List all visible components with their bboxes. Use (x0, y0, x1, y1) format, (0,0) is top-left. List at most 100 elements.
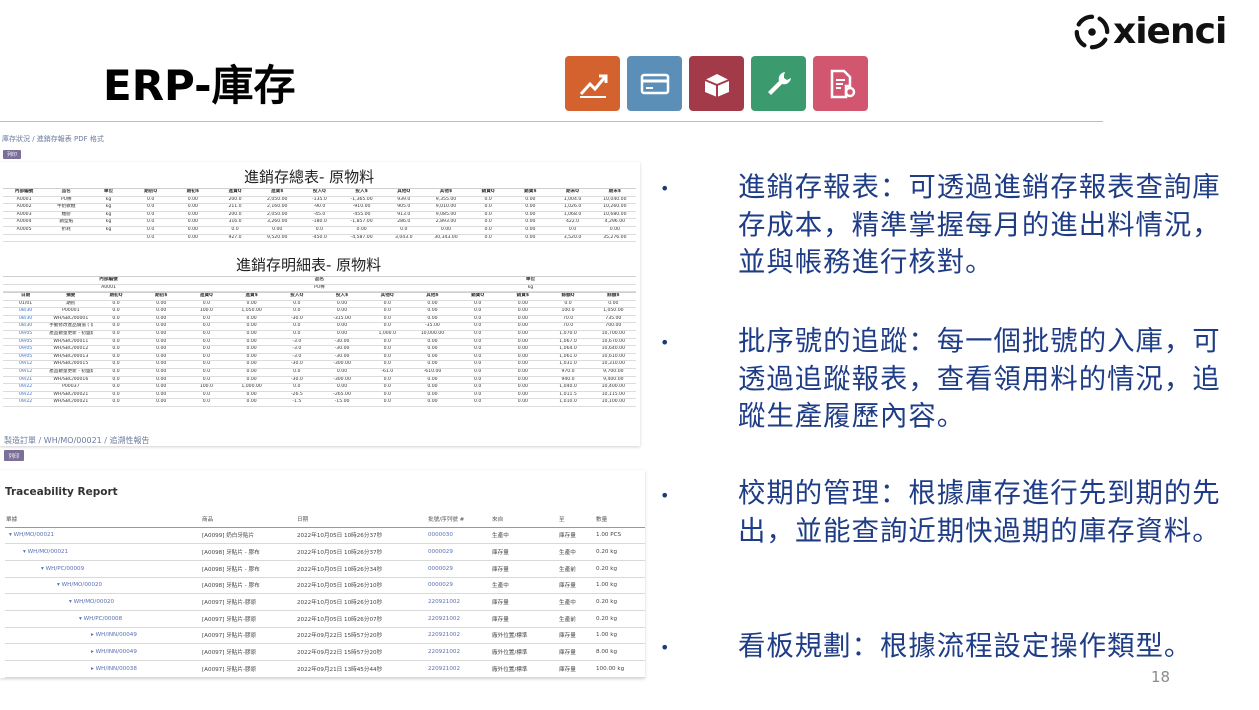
table-row: 09/22 WH/SBC/00021 0.0 0.00 0.0 0.00 -26.5 -265… (3, 391, 636, 400)
table-cell: 3,043.0 (382, 234, 425, 243)
column-header: 其他$ (409, 292, 456, 301)
document-link[interactable]: ▸ WH/INN/00038 (5, 660, 201, 678)
document-link[interactable]: ▾ WH/MO/00020 (5, 593, 201, 611)
table-cell: 0.00 (229, 360, 275, 369)
table-cell[interactable]: 09/05 (3, 353, 49, 362)
table-row[interactable]: ▾ WH/MO/00021 [A0099] 奶白牙貼片 2022年10月05日 10… (5, 527, 645, 545)
table-cell: 0.00 (171, 211, 214, 220)
table-cell: 0.0 (183, 315, 230, 324)
table-cell: 0.0 (129, 203, 172, 212)
table-cell[interactable]: 09/05 (3, 330, 49, 339)
table-row[interactable]: ▸ WH/INN/00038 [A0097] 牙貼片-膠原 2022年09月21日 … (5, 660, 645, 678)
table-cell: 生產前 (558, 610, 595, 628)
document-link[interactable]: ▸ WH/INN/00049 (5, 627, 201, 645)
table-cell: -135.0 (298, 196, 341, 205)
breadcrumb-traceability[interactable]: 製造訂單 / WH/MO/00021 / 追溯性報告 (4, 435, 150, 446)
document-link[interactable]: ▾ WH/MO/00020 (5, 577, 201, 595)
table-cell: 0.0 (467, 203, 510, 212)
table-row[interactable]: ▾ WH/PC/00008 [A0097] 牙貼片-膠原 2022年10月05日 1… (5, 610, 645, 628)
bullet-expiry-management: 校期的管理：根據庫存進行先到期的先出，並能查詢近期快過期的庫存資料。 (738, 478, 1221, 547)
document-link[interactable]: ▾ WH/PC/00009 (5, 560, 201, 578)
table-cell[interactable]: 0000029 (427, 577, 491, 595)
table-row[interactable]: ▾ WH/MO/00020 [A0097] 牙貼片-膠原 2022年10月05日 1… (5, 593, 645, 611)
table-row[interactable]: ▾ WH/PC/00009 [A0098] 牙貼片 - 膠布 2022年10月05日… (5, 560, 645, 578)
table-cell[interactable]: 220921002 (427, 643, 491, 661)
table-cell[interactable]: 09/22 (3, 383, 49, 392)
table-cell: 1,067.0 (545, 338, 591, 347)
table-cell: 0.00 (409, 315, 456, 324)
table-row: A0002 牛奶軟糖 kg 0.0 0.00 211.0 2,160.00 -90.0 -910… (3, 203, 636, 212)
table-cell: 0.0 (93, 300, 139, 309)
table-cell: 0.0 (298, 226, 341, 235)
table-cell[interactable]: 09/22 (3, 391, 49, 400)
table-cell[interactable]: 0000029 (427, 560, 491, 578)
table-cell: 產品數量更新 - 初盤點 (48, 330, 94, 339)
table-cell: 9,700.00 (590, 368, 636, 377)
table-cell[interactable]: 0000030 (427, 527, 491, 545)
table-row[interactable]: ▸ WH/INN/00049 [A0097] 牙貼片-膠原 2022年09月22日 … (5, 627, 645, 645)
table-cell: 9,085.00 (424, 211, 468, 220)
document-link[interactable]: ▾ WH/MO/00021 (5, 543, 201, 561)
table-cell[interactable]: 220921002 (427, 610, 491, 628)
table-cell: 0.0 (274, 322, 320, 331)
table-cell[interactable]: 09/22 (3, 398, 49, 407)
table-row: 09/05 WH/SBC/00013 0.0 0.00 0.0 0.00 -3.0 -30.0… (3, 353, 636, 362)
table-cell[interactable]: 09/05 (3, 345, 49, 354)
table-cell[interactable]: 08/30 (3, 315, 49, 324)
table-cell: WH/SBC/00013 (48, 353, 94, 362)
table-cell: [A0097] 牙貼片-膠原 (201, 643, 296, 661)
reporting-icon[interactable] (565, 56, 620, 111)
table-cell: 0.20 kg (595, 593, 645, 611)
table-cell: 0.0 (364, 383, 410, 392)
table-cell[interactable]: 0000029 (427, 543, 491, 561)
table-row[interactable]: ▾ WH/MO/00021 [A0098] 牙貼片 - 膠布 2022年10月05日… (5, 543, 645, 561)
table-cell: 糖膠 (45, 211, 88, 220)
table-cell: 0.0 (93, 338, 139, 347)
table-cell[interactable]: 220921002 (427, 593, 491, 611)
table-cell: 0.00 (138, 398, 184, 407)
print-button[interactable]: 列印 (3, 150, 21, 159)
table-cell: 0.0 (455, 307, 501, 316)
table-cell[interactable]: 09/12 (3, 368, 49, 377)
table-row: 09/05 產品數量更新 - 初盤點 0.0 0.00 0.0 0.00 0.0 0.00 1,… (3, 330, 636, 339)
table-cell: 2022年10月05日 10時26分34秒 (296, 560, 427, 578)
table-cell: 期初 (48, 300, 94, 309)
table-cell: 913.0 (382, 211, 425, 220)
table-cell: 1,070.0 (545, 330, 591, 339)
table-cell: A0001 (3, 196, 46, 205)
table-cell: 0.00 (409, 300, 456, 309)
table-row[interactable]: ▸ WH/INN/00049 [A0097] 牙貼片-膠原 2022年09月22日 … (5, 643, 645, 661)
table-cell[interactable]: 220921002 (427, 660, 491, 678)
column-header: 單據 (5, 511, 201, 528)
table-cell: 2022年10月05日 10時26分37秒 (296, 543, 427, 561)
table-cell[interactable]: 220921002 (427, 627, 491, 645)
table-cell: 0.0 (364, 307, 410, 316)
document-link[interactable]: ▾ WH/MO/00021 (5, 527, 201, 545)
table-cell: -610.00 (409, 368, 456, 377)
table-row: 09/21 WH/SBC/00016 0.0 0.00 0.0 0.00 -30.0 -300… (3, 376, 636, 385)
table-cell: 1,061.0 (545, 353, 591, 362)
table-cell: 0.00 (138, 368, 184, 377)
table-cell: 0.0 (455, 398, 501, 407)
table-cell: 10,640.00 (590, 345, 636, 354)
table-cell[interactable]: 09/21 (3, 376, 49, 385)
table-cell[interactable]: 09/12 (3, 360, 49, 369)
table-cell: 0.0 (364, 376, 410, 385)
table-cell[interactable]: 09/05 (3, 338, 49, 347)
table-cell[interactable]: 08/30 (3, 322, 49, 331)
document-link[interactable]: ▾ WH/PC/00008 (5, 610, 201, 628)
table-cell[interactable]: 08/30 (3, 307, 49, 316)
table-cell: 0.0 (93, 307, 139, 316)
document-link[interactable]: ▸ WH/INN/00049 (5, 643, 201, 661)
table-cell: 0.0 (364, 322, 410, 331)
column-header: 銷貨$ (500, 292, 546, 301)
table-cell: 0.0 (213, 226, 257, 235)
print-button[interactable]: 列印 (4, 450, 24, 461)
table-cell: 0.00 (229, 315, 275, 324)
table-row[interactable]: ▾ WH/MO/00020 [A0098] 牙貼片 - 膠布 2022年10月05日… (5, 577, 645, 595)
table-cell: 0.0 (455, 345, 501, 354)
table-row: 09/22 WH/SBC/00021 0.0 0.00 0.0 0.00 -1.5 -15.0… (3, 398, 636, 407)
table-cell: 100.0 (545, 307, 591, 316)
breadcrumb[interactable]: 庫存狀況 / 進銷存報表 PDF 格式 (2, 134, 104, 144)
column-header: 其他Q (364, 292, 410, 301)
